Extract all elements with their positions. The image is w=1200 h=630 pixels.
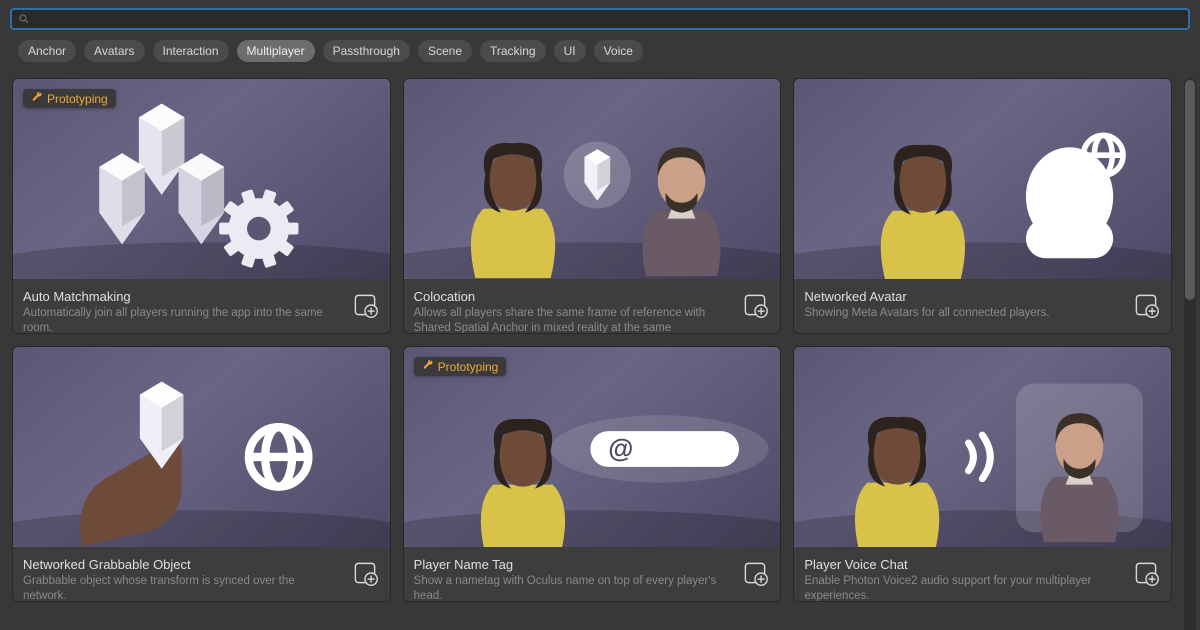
tag-scene[interactable]: Scene: [418, 40, 472, 62]
tag-avatars[interactable]: Avatars: [84, 40, 144, 62]
card-auto-matchmaking[interactable]: Prototyping Auto Matchmaking Automatical…: [12, 78, 391, 334]
search-input[interactable]: [34, 12, 1182, 26]
tag-tracking[interactable]: Tracking: [480, 40, 546, 62]
add-frame-icon: [741, 291, 769, 322]
tag-anchor[interactable]: Anchor: [18, 40, 76, 62]
add-frame-icon: [351, 559, 379, 590]
add-to-scene-button[interactable]: [348, 289, 382, 323]
search-icon: [18, 13, 30, 25]
svg-text:@: @: [608, 435, 633, 463]
card-title: Networked Grabbable Object: [23, 557, 340, 572]
add-to-scene-button[interactable]: [348, 557, 382, 591]
card-description: Grabbable object whose transform is sync…: [23, 574, 340, 601]
scroll-thumb[interactable]: [1185, 80, 1195, 300]
card-info: Auto Matchmaking Automatically join all …: [13, 279, 390, 333]
card-description: Show a nametag with Oculus name on top o…: [414, 574, 731, 601]
card-info: Networked Avatar Showing Meta Avatars fo…: [794, 279, 1171, 333]
card-description: Allows all players share the same frame …: [414, 306, 731, 333]
card-title: Player Voice Chat: [804, 557, 1121, 572]
card-title: Colocation: [414, 289, 731, 304]
add-to-scene-button[interactable]: [738, 557, 772, 591]
filter-tags: Anchor Avatars Interaction Multiplayer Passt…: [0, 34, 1200, 70]
card-networked-grabbable-object[interactable]: Networked Grabbable Object Grabbable obj…: [12, 346, 391, 602]
card-title: Networked Avatar: [804, 289, 1121, 304]
tag-passthrough[interactable]: Passthrough: [323, 40, 410, 62]
card-thumbnail: [13, 347, 390, 547]
card-title: Player Name Tag: [414, 557, 731, 572]
card-description: Automatically join all players running t…: [23, 306, 340, 333]
card-thumbnail: Prototyping @: [404, 347, 781, 547]
add-frame-icon: [1132, 559, 1160, 590]
add-to-scene-button[interactable]: [1129, 289, 1163, 323]
badge-label: Prototyping: [438, 360, 499, 374]
tag-ui[interactable]: UI: [554, 40, 586, 62]
card-player-name-tag[interactable]: Prototyping @ Player Name Tag Show a nam…: [403, 346, 782, 602]
add-frame-icon: [741, 559, 769, 590]
prototyping-badge: Prototyping: [23, 89, 116, 108]
wrench-icon: [31, 91, 43, 106]
card-player-voice-chat[interactable]: Player Voice Chat Enable Photon Voice2 a…: [793, 346, 1172, 602]
card-thumbnail: [794, 347, 1171, 547]
scrollbar[interactable]: [1184, 78, 1196, 630]
card-info: Networked Grabbable Object Grabbable obj…: [13, 547, 390, 601]
card-info: Colocation Allows all players share the …: [404, 279, 781, 333]
card-networked-avatar[interactable]: Networked Avatar Showing Meta Avatars fo…: [793, 78, 1172, 334]
card-info: Player Voice Chat Enable Photon Voice2 a…: [794, 547, 1171, 601]
prototyping-badge: Prototyping: [414, 357, 507, 376]
card-thumbnail: [404, 79, 781, 279]
add-frame-icon: [1132, 291, 1160, 322]
card-description: Showing Meta Avatars for all connected p…: [804, 306, 1121, 321]
tag-interaction[interactable]: Interaction: [153, 40, 229, 62]
card-thumbnail: Prototyping: [13, 79, 390, 279]
tag-multiplayer[interactable]: Multiplayer: [237, 40, 315, 62]
card-colocation[interactable]: Colocation Allows all players share the …: [403, 78, 782, 334]
search-box[interactable]: [10, 8, 1190, 30]
wrench-icon: [422, 359, 434, 374]
card-info: Player Name Tag Show a nametag with Ocul…: [404, 547, 781, 601]
add-to-scene-button[interactable]: [738, 289, 772, 323]
add-to-scene-button[interactable]: [1129, 557, 1163, 591]
add-frame-icon: [351, 291, 379, 322]
card-description: Enable Photon Voice2 audio support for y…: [804, 574, 1121, 601]
card-title: Auto Matchmaking: [23, 289, 340, 304]
tag-voice[interactable]: Voice: [594, 40, 643, 62]
badge-label: Prototyping: [47, 92, 108, 106]
card-thumbnail: [794, 79, 1171, 279]
